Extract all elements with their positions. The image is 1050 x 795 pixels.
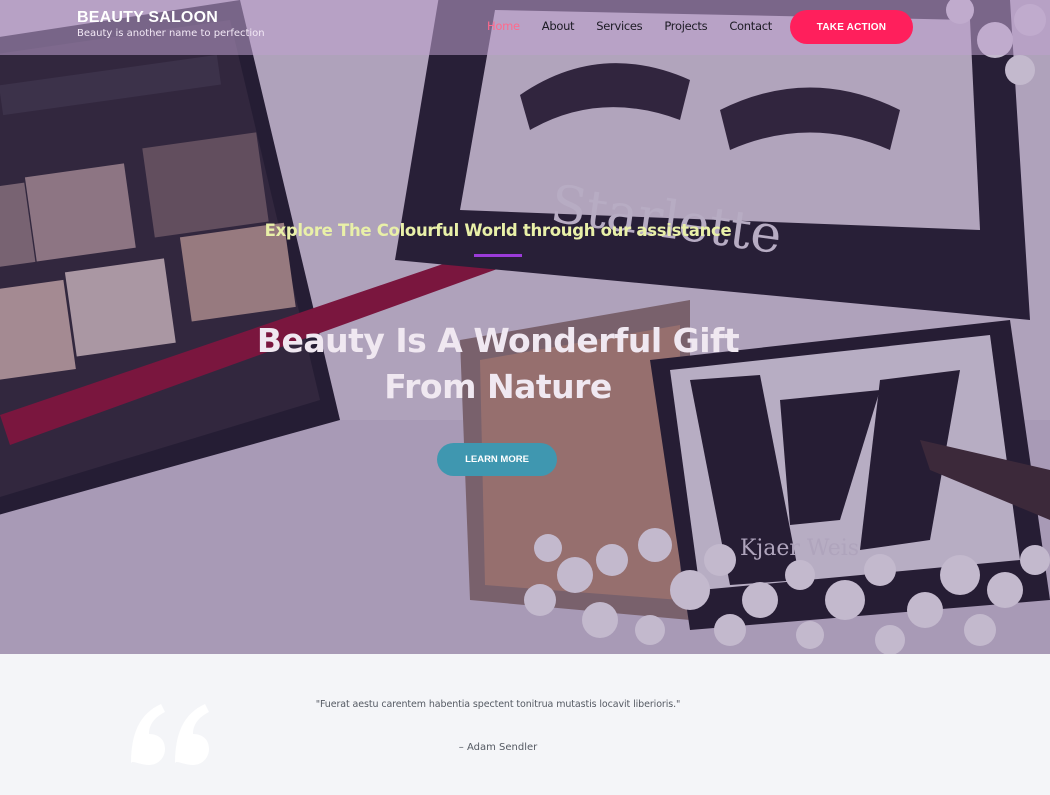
nav-item-about[interactable]: About — [542, 19, 575, 33]
testimonial-author: – Adam Sendler — [458, 742, 538, 753]
hero-title: Beauty Is A Wonderful Gift From Nature — [0, 318, 996, 410]
nav-item-contact[interactable]: Contact — [729, 19, 772, 33]
hero-title-line-1: Beauty Is A Wonderful Gift — [256, 321, 740, 360]
nav-item-projects[interactable]: Projects — [664, 19, 707, 33]
nav-item-home[interactable]: Home — [487, 19, 520, 33]
hero-subtitle: Explore The Colourful World through our … — [264, 221, 732, 240]
nav-item-services[interactable]: Services — [596, 19, 642, 33]
brand-tagline: Beauty is another name to perfection — [77, 28, 265, 39]
take-action-button[interactable]: TAKE ACTION — [790, 10, 913, 44]
hero-title-line-2: From Nature — [384, 367, 612, 406]
hero-section: Starlette Kjaer Weis Explore The Colourf… — [0, 0, 1050, 654]
brand[interactable]: BEAUTY SALOON Beauty is another name to … — [77, 9, 265, 41]
learn-more-button[interactable]: LEARN MORE — [437, 443, 557, 476]
brand-title: BEAUTY SALOON — [77, 9, 218, 26]
site-header: BEAUTY SALOON Beauty is another name to … — [0, 0, 1050, 55]
page: Starlette Kjaer Weis Explore The Colourf… — [0, 0, 1050, 795]
testimonial-quote: "Fuerat aestu carentem habentia spectent… — [315, 699, 681, 710]
hero-divider — [474, 254, 522, 257]
main-nav: Home About Services Projects Contact — [487, 19, 794, 33]
